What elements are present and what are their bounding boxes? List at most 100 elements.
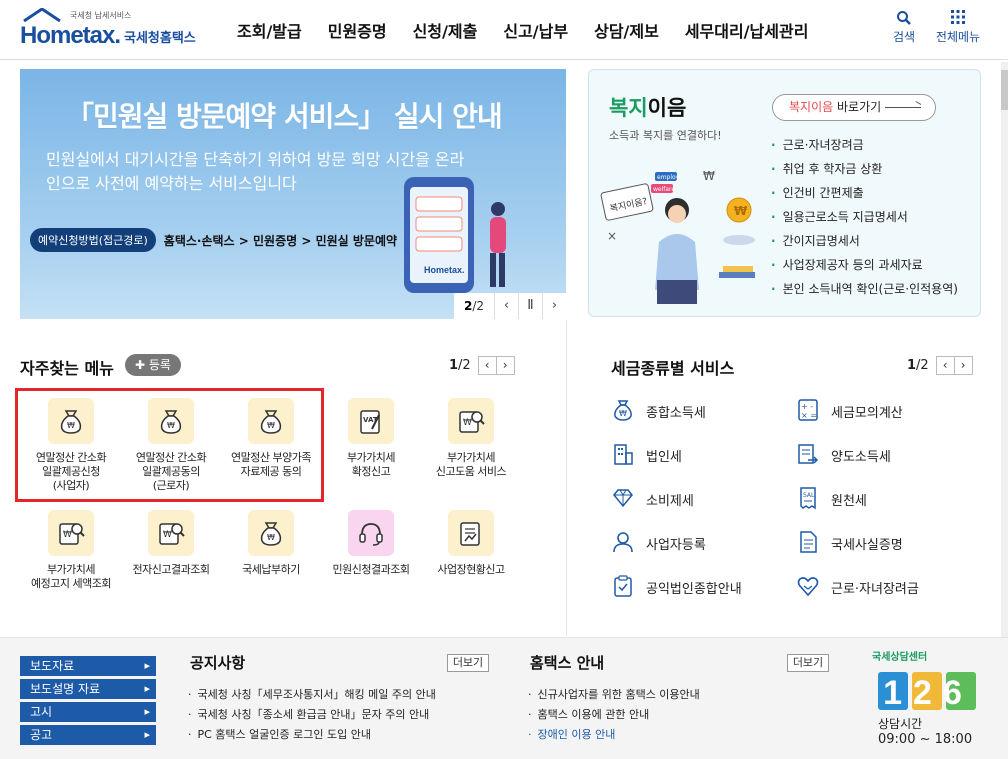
tax-capital-gains[interactable]: 양도소득세 xyxy=(795,442,891,468)
menu-pay-national-tax[interactable]: ₩ 국세납부하기 xyxy=(221,510,321,577)
won-search-icon: ₩ xyxy=(148,510,194,556)
won-search-icon: ₩ xyxy=(448,398,494,444)
menu-vat-help-service[interactable]: ₩ 부가가치세 신고도움 서비스 xyxy=(421,398,521,479)
headset-icon xyxy=(348,510,394,556)
guide-item[interactable]: 장애인 이용 안내 xyxy=(528,725,700,745)
banner-next-button[interactable]: › xyxy=(542,293,566,319)
quicklink-notification[interactable]: 고시 xyxy=(20,702,156,722)
all-menu-label: 전체메뉴 xyxy=(935,30,981,44)
tax-consumption[interactable]: 소비제세 xyxy=(610,486,694,512)
notice-item[interactable]: PC 홈택스 얼굴인증 로그인 도입 안내 xyxy=(188,725,436,745)
logo-roof-icon xyxy=(23,8,61,22)
grid-menu-icon xyxy=(930,10,986,28)
center-title: 국세상담센터 xyxy=(872,652,928,663)
route-path: 홈택스·손택스 > 민원증명 > 민원실 방문예약 xyxy=(163,233,398,248)
illus-tag-employ: employ xyxy=(657,174,680,181)
tax-public-interest-corp[interactable]: 공익법인종합안내 xyxy=(610,574,742,600)
guide-list: 신규사업자를 위한 홈택스 이용안내 홈택스 이용에 관한 안내 장애인 이용 … xyxy=(528,685,700,745)
visit-reservation-banner[interactable]: 「민원실 방문예약 서비스」 실시 안내 민원실에서 대기시간을 단축하기 위하… xyxy=(20,69,566,319)
frequent-prev-button[interactable]: ‹ xyxy=(477,356,497,375)
transfer-doc-icon xyxy=(795,442,821,468)
welfare-item[interactable]: 취업 후 학자금 상환 xyxy=(771,157,958,181)
welfare-item[interactable]: 간이지급명세서 xyxy=(771,229,958,253)
tax-corporate[interactable]: 법인세 xyxy=(610,442,682,468)
menu-label: 부가가치세 확정신고 xyxy=(346,451,396,478)
quicklink-press-explanation[interactable]: 보도설명 자료 xyxy=(20,679,156,699)
welfare-subtitle: 소득과 복지를 연결하다! xyxy=(609,129,722,142)
center-hours: 상담시간 09:00 ~ 18:00 xyxy=(878,717,973,747)
svg-text:₩: ₩ xyxy=(63,530,72,540)
person-icon xyxy=(610,530,636,556)
guide-item[interactable]: 신규사업자를 위한 홈택스 이용안내 xyxy=(528,685,700,705)
logo-subtitle: 국세청홈택스 xyxy=(124,31,196,46)
notice-more-button[interactable]: 더보기 xyxy=(447,654,489,672)
banner-pause-button[interactable]: Ⅱ xyxy=(518,293,542,319)
tax-simulation[interactable]: + - × = 세금모의계산 xyxy=(795,398,903,424)
nav-consult-report[interactable]: 상담/제보 xyxy=(581,0,672,60)
tax-next-button[interactable]: › xyxy=(953,356,973,375)
welfare-item[interactable]: 본인 소득내역 확인(근로·인적용역) xyxy=(771,277,958,301)
banner-page-indicator: 2/2 xyxy=(463,299,484,313)
menu-civil-result-inquiry[interactable]: 민원신청결과조회 xyxy=(321,510,421,577)
menu-label: 국세납부하기 xyxy=(242,563,300,576)
notice-list: 국세청 사칭「세무조사통지서」해킹 메일 주의 안내 국세청 사칭「종소세 환급… xyxy=(188,685,436,745)
building-icon xyxy=(610,442,636,468)
frequent-menu-title: 자주찾는 메뉴 xyxy=(20,359,114,378)
svg-text:₩: ₩ xyxy=(703,170,715,183)
welfare-item[interactable]: 인건비 간편제출 xyxy=(771,181,958,205)
calculator-icon: + - × = xyxy=(795,398,821,424)
search-button[interactable]: 검색 xyxy=(886,10,922,45)
svg-text:₩: ₩ xyxy=(267,533,275,542)
nav-inquiry-issue[interactable]: 조회/발급 xyxy=(224,0,315,60)
welfare-go-button[interactable]: 복지이음 바로가기 xyxy=(772,94,936,121)
arrow-right-icon xyxy=(885,107,921,108)
logo-brand: Hometax. xyxy=(20,22,121,49)
quicklink-announcement[interactable]: 공고 xyxy=(20,725,156,745)
menu-label: 민원신청결과조회 xyxy=(332,563,410,576)
menu-vat-preliminary-inquiry[interactable]: ₩ 부가가치세 예정고지 세액조회 xyxy=(21,510,121,591)
tax-withholding[interactable]: SAL 원천세 xyxy=(795,486,867,512)
tax-fact-certificate[interactable]: 국세사실증명 xyxy=(795,530,903,556)
svg-text:₩: ₩ xyxy=(619,409,627,418)
svg-text:×: × xyxy=(607,229,617,243)
welfare-title: 복지이음 xyxy=(609,96,687,120)
tax-global-income[interactable]: ₩ 종합소득세 xyxy=(610,398,706,424)
tax-business-registration[interactable]: 사업자등록 xyxy=(610,530,706,556)
welfare-person-illustration: 복지이음? employ welfare ₩ × ₩ xyxy=(600,170,755,304)
svg-text:× =: × = xyxy=(801,411,817,420)
welfare-item[interactable]: 근로·자녀장려금 xyxy=(771,133,958,157)
guide-more-button[interactable]: 더보기 xyxy=(787,654,829,672)
menu-business-status-report[interactable]: 사업장현황신고 xyxy=(421,510,521,577)
welfare-item[interactable]: 일용근로소득 지급명세서 xyxy=(771,205,958,229)
page-scrollbar-thumb[interactable] xyxy=(1001,70,1008,110)
nav-tax-agent[interactable]: 세무대리/납세관리 xyxy=(672,0,822,60)
register-button[interactable]: ✚ 등록 xyxy=(125,354,181,376)
banner-route: 예약신청방법(접근경로) 홈택스·손택스 > 민원증명 > 민원실 방문예약 xyxy=(30,228,397,252)
banner-title: 「민원실 방문예약 서비스」 실시 안내 xyxy=(66,100,503,133)
nav-report-pay[interactable]: 신고/납부 xyxy=(490,0,581,60)
guide-title: 홈택스 안내 xyxy=(530,654,605,672)
banner-prev-button[interactable]: ‹ xyxy=(494,293,518,319)
hometax-logo[interactable]: 국세청 납세서비스 Hometax. 국세청홈택스 xyxy=(20,8,210,52)
nav-apply-submit[interactable]: 신청/제출 xyxy=(400,0,491,60)
tax-earned-income-credit[interactable]: 근로·자녀장려금 xyxy=(795,574,919,600)
nav-civil-certificate[interactable]: 민원증명 xyxy=(315,0,400,60)
frequent-next-button[interactable]: › xyxy=(495,356,515,375)
frequent-pager: 1/2 ‹ › xyxy=(449,356,515,375)
all-menu-button[interactable]: 전체메뉴 xyxy=(930,10,986,45)
guide-item[interactable]: 홈택스 이용에 관한 안내 xyxy=(528,705,700,725)
notice-item[interactable]: 국세청 사칭「세무조사통지서」해킹 메일 주의 안내 xyxy=(188,685,436,705)
center-number-graphic: 126 xyxy=(878,672,976,712)
tax-prev-button[interactable]: ‹ xyxy=(935,356,955,375)
menu-e-filing-result[interactable]: ₩ 전자신고결과조회 xyxy=(121,510,221,577)
menu-vat-final-report[interactable]: VAT 부가가치세 확정신고 xyxy=(321,398,421,479)
illus-tag-welfare: welfare xyxy=(653,186,675,193)
site-header: 국세청 납세서비스 Hometax. 국세청홈택스 조회/발급 민원증명 신청/… xyxy=(0,0,1008,60)
heart-hands-icon xyxy=(795,574,821,600)
notice-item[interactable]: 국세청 사칭「종소세 환급금 안내」문자 주의 안내 xyxy=(188,705,436,725)
welfare-item[interactable]: 사업장제공자 등의 과세자료 xyxy=(771,253,958,277)
menu-label: 부가가치세 예정고지 세액조회 xyxy=(31,563,111,590)
menu-label: 전자신고결과조회 xyxy=(132,563,210,576)
report-doc-icon xyxy=(448,510,494,556)
quicklink-press-release[interactable]: 보도자료 xyxy=(20,656,156,676)
